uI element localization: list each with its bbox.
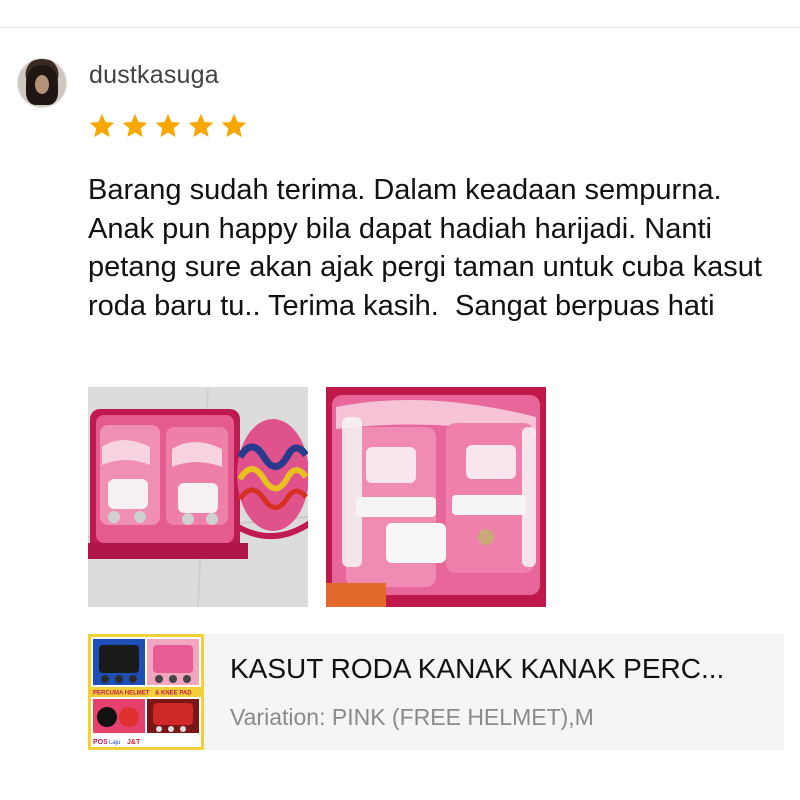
star-icon	[88, 112, 116, 140]
star-icon	[187, 112, 215, 140]
user-avatar[interactable]	[17, 58, 67, 108]
avatar-face	[35, 75, 49, 94]
variation-label: Variation:	[230, 704, 326, 730]
thumb-banner-right: & KNEE PAD	[155, 691, 192, 697]
star-icon	[220, 112, 248, 140]
thumb-banner-left: PERCUMA HELMET	[93, 691, 150, 697]
review-photo[interactable]	[326, 387, 546, 607]
product-card[interactable]: PERCUMA HELMET & KNEE PAD POS Laju J&T K…	[88, 634, 784, 750]
thumb-brand-right: J&T	[127, 739, 141, 746]
star-icon	[121, 112, 149, 140]
star-icon	[154, 112, 182, 140]
reviewer-username: dustkasuga	[89, 61, 219, 89]
top-divider	[0, 27, 800, 28]
thumb-brand-left: POS	[93, 739, 108, 746]
variation-value: PINK (FREE HELMET),M	[331, 704, 594, 730]
thumb-brand-mid: Laju	[109, 740, 120, 746]
review-photo[interactable]	[88, 387, 308, 607]
product-thumbnail-collage: PERCUMA HELMET & KNEE PAD POS Laju J&T	[91, 637, 201, 747]
rating-stars	[88, 112, 248, 140]
product-name: KASUT RODA KANAK KANAK PERC...	[230, 653, 725, 684]
review-text: Barang sudah terima. Dalam keadaan sempu…	[88, 174, 770, 322]
pink-roller-skate-closeup-photo	[326, 387, 546, 607]
product-thumbnail: PERCUMA HELMET & KNEE PAD POS Laju J&T	[88, 634, 204, 750]
product-variation: Variation: PINK (FREE HELMET),M	[230, 704, 594, 731]
pink-roller-skates-with-helmet-photo	[88, 387, 308, 607]
